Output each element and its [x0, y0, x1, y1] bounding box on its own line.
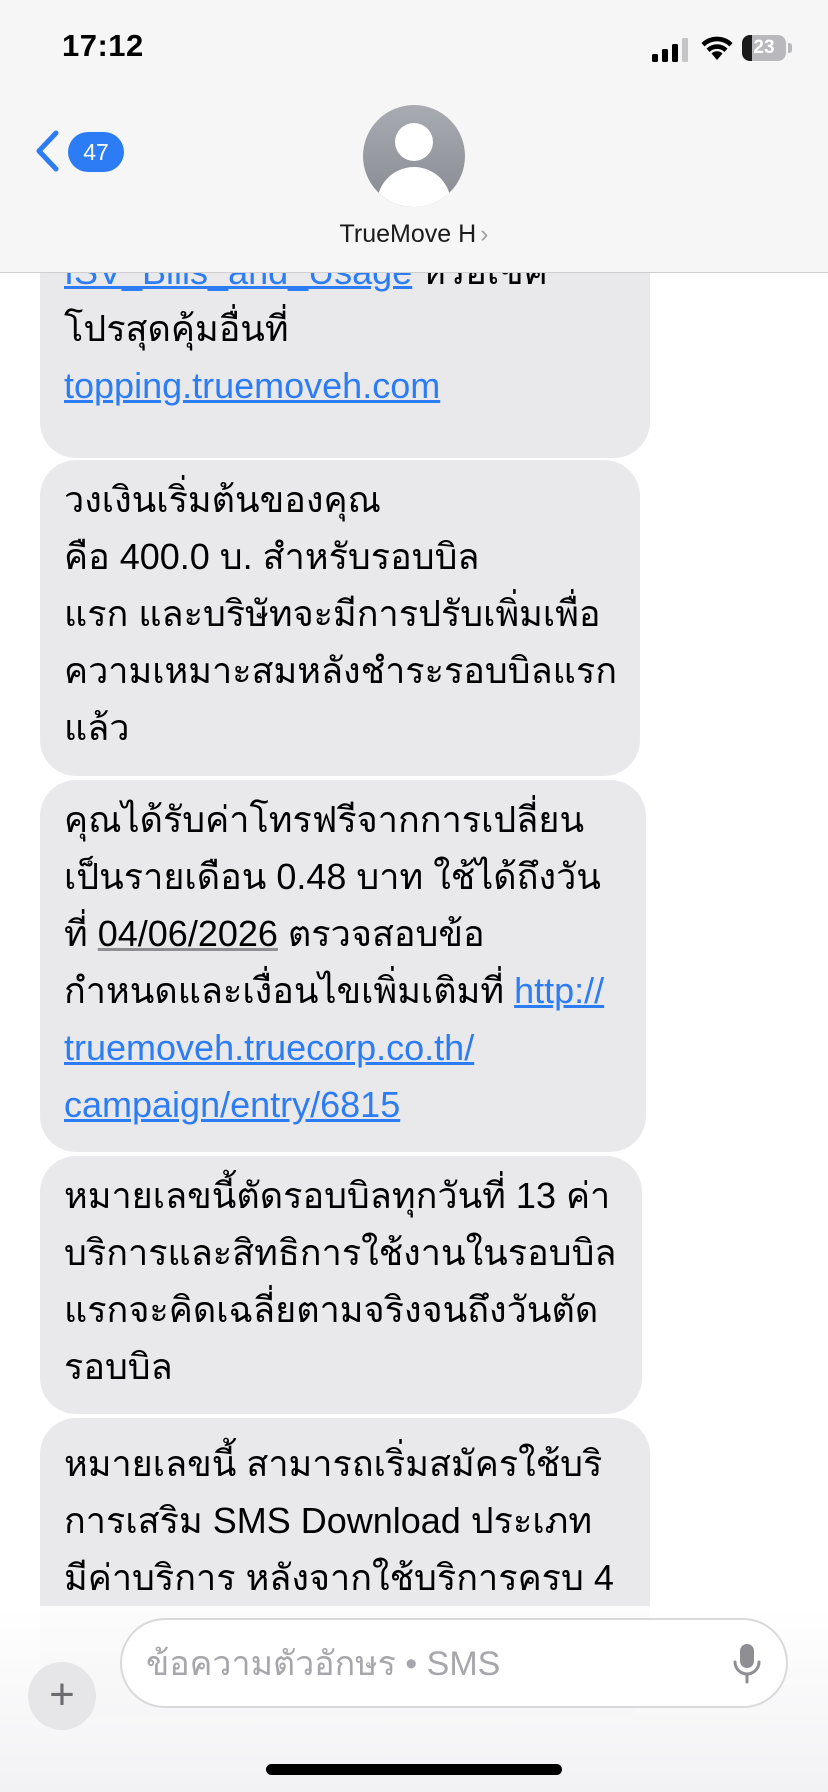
message-link[interactable]: campaign/entry/6815 — [64, 1084, 400, 1125]
message-line: แล้ว — [64, 708, 129, 748]
message-text: คุณได้รับค่าโทรฟรีจากการเปลี่ยน — [64, 799, 585, 840]
message-input-placeholder: ข้อความตัวอักษร • SMS — [146, 1645, 501, 1683]
message-line: truemoveh.truecorp.co.th/ — [64, 1028, 474, 1068]
message-text: กำหนดและเงื่อนไขเพิ่มเติมที่ — [64, 970, 515, 1011]
message-text: รอบบิล — [64, 1346, 173, 1387]
message-line: บริการและสิทธิการใช้งานในรอบบิล — [64, 1233, 616, 1273]
message-text: บริการและสิทธิการใช้งานในรอบบิล — [64, 1232, 617, 1273]
battery-level: 23 — [753, 37, 775, 58]
message-text: หมายเลขนี้ สามารถเริ่มสมัครใช้บริ — [64, 1443, 603, 1484]
message-text: คือ 400.0 บ. สำหรับรอบบิล — [64, 536, 480, 577]
microphone-icon[interactable] — [732, 1642, 762, 1686]
message-line: หมายเลขนี้ตัดรอบบิลทุกวันที่ 13 ค่า — [64, 1176, 610, 1216]
chevron-right-icon: › — [480, 220, 489, 248]
signal-icon — [652, 38, 688, 62]
contact-name: TrueMove H — [339, 220, 477, 248]
message-line: campaign/entry/6815 — [64, 1085, 400, 1125]
message-text: ที่ — [64, 913, 98, 954]
message-line: แรก และบริษัทจะมีการปรับเพิ่มเพื่อ — [64, 594, 601, 634]
message-text: วงเงินเริ่มต้นของคุณ — [64, 479, 381, 520]
message-line: ที่ 04/06/2026 ตรวจสอบข้อ — [64, 914, 485, 954]
message-line: การเสริม SMS Download ประเภท — [64, 1501, 592, 1541]
message-line: คือ 400.0 บ. สำหรับรอบบิล — [64, 537, 479, 577]
message-text: แรกจะคิดเฉลี่ยตามจริงจนถึงวันตัด — [64, 1289, 599, 1330]
message-text: เป็นรายเดือน 0.48 บาท ใช้ได้ถึงวัน — [64, 856, 601, 897]
conversation-header: 17:12 23 47 TrueMove H › — [0, 0, 828, 273]
person-icon — [395, 123, 433, 161]
contact-avatar[interactable] — [363, 105, 465, 207]
message-bubble[interactable]: คุณได้รับค่าโทรฟรีจากการเปลี่ยนเป็นรายเด… — [40, 780, 646, 1152]
message-line: โปรสุดคุ้มอื่นที่ — [64, 309, 289, 349]
message-link[interactable]: truemoveh.truecorp.co.th/ — [64, 1027, 474, 1068]
message-text: ตรวจสอบข้อ — [277, 913, 485, 954]
message-bubble[interactable]: วงเงินเริ่มต้นของคุณคือ 400.0 บ. สำหรับร… — [40, 460, 640, 776]
message-text: แล้ว — [64, 707, 130, 748]
unread-count-badge: 47 — [68, 132, 124, 172]
message-input[interactable]: ข้อความตัวอักษร • SMS — [120, 1618, 788, 1708]
message-line: วงเงินเริ่มต้นของคุณ — [64, 480, 381, 520]
plus-button[interactable]: + — [28, 1662, 96, 1730]
message-line: topping.truemoveh.com — [64, 366, 440, 406]
status-time: 17:12 — [62, 28, 144, 63]
contact-name-button[interactable]: TrueMove H › — [0, 220, 828, 249]
message-text: แรก และบริษัทจะมีการปรับเพิ่มเพื่อ — [64, 593, 601, 634]
chevron-left-icon — [36, 130, 59, 172]
message-line: เป็นรายเดือน 0.48 บาท ใช้ได้ถึงวัน — [64, 857, 601, 897]
message-line: ความเหมาะสมหลังชำระรอบบิลแรก — [64, 651, 617, 691]
message-line: หมายเลขนี้ สามารถเริ่มสมัครใช้บริ — [64, 1444, 602, 1484]
back-button[interactable]: 47 — [30, 126, 130, 176]
message-text: โปรสุดคุ้มอื่นที่ — [64, 308, 289, 349]
message-text: มีค่าบริการ หลังจากใช้บริการครบ 4 — [64, 1557, 614, 1598]
message-text: หมายเลขนี้ตัดรอบบิลทุกวันที่ 13 ค่า — [64, 1175, 611, 1216]
message-line: รอบบิล — [64, 1347, 173, 1387]
status-bar: 17:12 23 — [0, 0, 828, 100]
message-line: แรกจะคิดเฉลี่ยตามจริงจนถึงวันตัด — [64, 1290, 598, 1330]
message-date[interactable]: 04/06/2026 — [98, 913, 278, 954]
message-link[interactable]: http:// — [514, 970, 604, 1011]
battery-icon: 23 — [742, 35, 792, 61]
message-text: การเสริม SMS Download ประเภท — [64, 1500, 593, 1541]
wifi-icon — [701, 36, 733, 60]
message-bubble[interactable]: หมายเลขนี้ตัดรอบบิลทุกวันที่ 13 ค่าบริกา… — [40, 1156, 642, 1414]
message-line: คุณได้รับค่าโทรฟรีจากการเปลี่ยน — [64, 800, 584, 840]
message-link[interactable]: topping.truemoveh.com — [64, 365, 440, 406]
message-line: มีค่าบริการ หลังจากใช้บริการครบ 4 — [64, 1558, 614, 1598]
home-indicator[interactable] — [266, 1764, 562, 1775]
message-text: ความเหมาะสมหลังชำระรอบบิลแรก — [64, 650, 618, 691]
message-line: กำหนดและเงื่อนไขเพิ่มเติมที่ http:// — [64, 971, 604, 1011]
